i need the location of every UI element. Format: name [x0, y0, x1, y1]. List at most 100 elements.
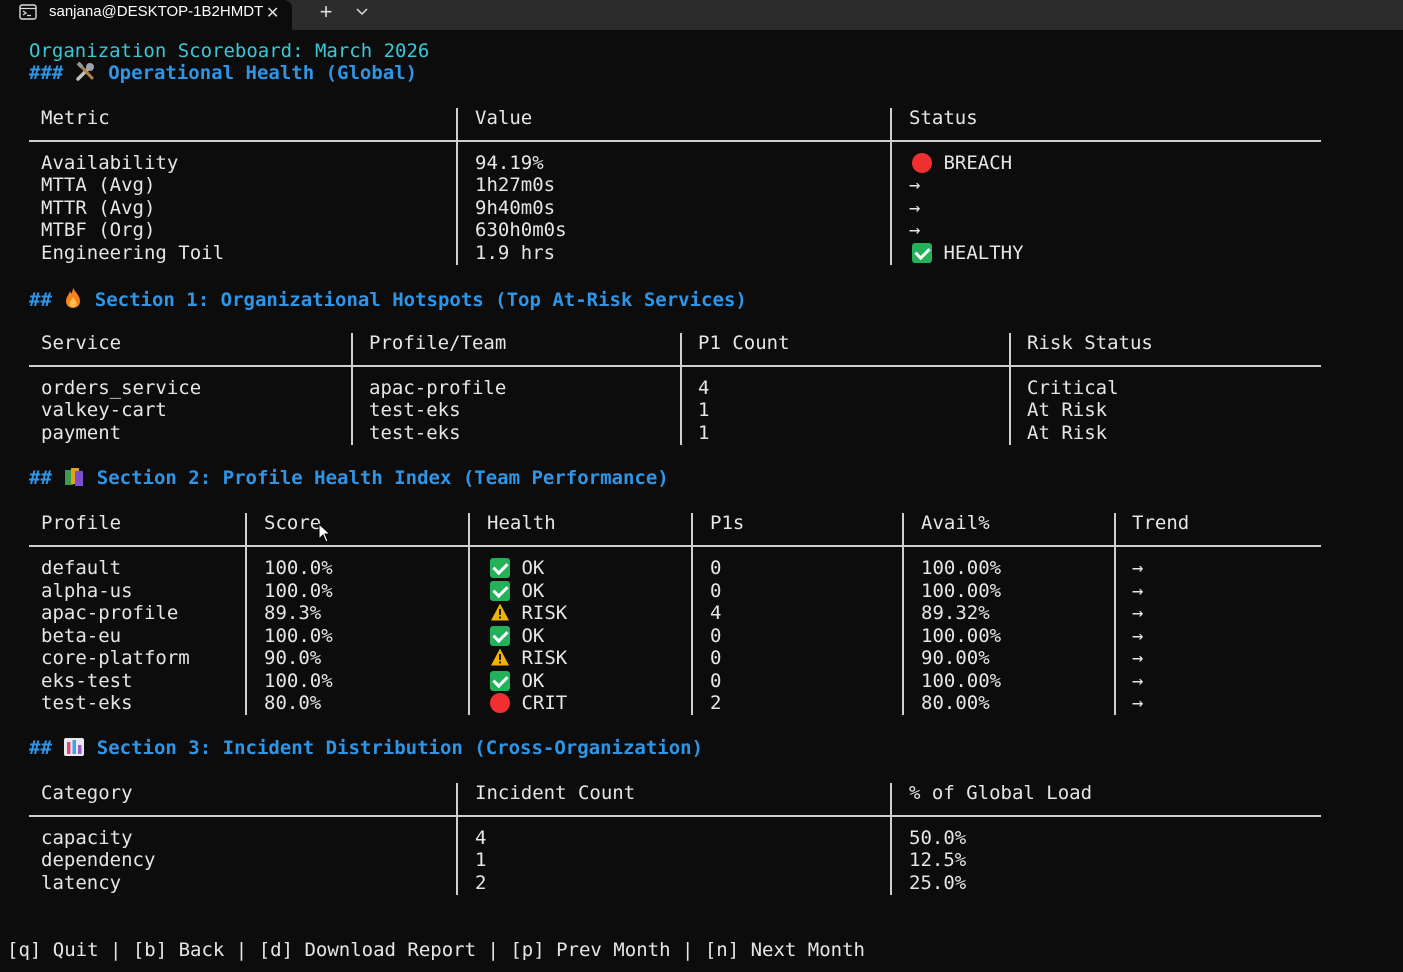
col-header-profile: Profile: [41, 512, 122, 534]
column-divider: [1009, 333, 1011, 445]
books-icon: [65, 468, 84, 486]
section1-heading: ## Section 1: Organizational Hotspots (T…: [29, 287, 747, 311]
quit-key[interactable]: [q] Quit: [7, 939, 99, 961]
trend-arrow-icon: →: [1132, 692, 1144, 714]
column-divider: [890, 108, 892, 265]
profile-name: eks-test: [41, 670, 133, 692]
profile-avail: 80.00%: [921, 692, 990, 714]
hotspot-team: apac-profile: [369, 377, 507, 399]
hotspot-team: test-eks: [369, 422, 461, 444]
profile-health: OK: [490, 625, 544, 647]
incident-pct: 50.0%: [909, 827, 967, 849]
profile-name: default: [41, 557, 122, 579]
status-text: HEALTHY: [943, 242, 1024, 264]
profile-score: 100.0%: [264, 557, 333, 579]
incident-count: 4: [475, 827, 487, 849]
red-circle-icon: [912, 153, 932, 173]
trend-arrow-icon: →: [1132, 647, 1144, 669]
trend-arrow-icon: →: [1132, 602, 1144, 624]
next-month-key[interactable]: [n] Next Month: [705, 939, 865, 961]
header-divider: [29, 545, 1321, 547]
profile-p1s: 4: [710, 602, 722, 624]
profile-score: 100.0%: [264, 670, 333, 692]
close-tab-icon[interactable]: ✕: [266, 3, 279, 23]
ops-value: 1.9 hrs: [475, 242, 556, 264]
col-header-trend: Trend: [1132, 512, 1190, 534]
col-header-avail: Avail%: [921, 512, 990, 534]
profile-score: 90.0%: [264, 647, 322, 669]
ops-status: HEALTHY: [912, 242, 1024, 264]
column-divider: [902, 513, 904, 715]
prev-month-key[interactable]: [p] Prev Month: [510, 939, 670, 961]
profile-avail: 100.00%: [921, 670, 1002, 692]
profile-health: OK: [490, 580, 544, 602]
profile-avail: 100.00%: [921, 625, 1002, 647]
profile-p1s: 0: [710, 580, 722, 602]
col-header-score: Score: [264, 512, 322, 534]
profile-health: RISK: [490, 602, 567, 624]
incident-category: latency: [41, 872, 122, 894]
keybinding-footer: [q] Quit | [b] Back | [d] Download Repor…: [7, 939, 865, 961]
health-text: OK: [521, 580, 545, 602]
ops-value: 1h27m0s: [475, 174, 556, 196]
profile-name: core-platform: [41, 647, 190, 669]
hotspot-p1: 4: [698, 377, 710, 399]
ops-value: 630h0m0s: [475, 219, 567, 241]
profile-name: test-eks: [41, 692, 133, 714]
col-header-risk-status: Risk Status: [1027, 332, 1153, 354]
heading-prefix: ##: [29, 467, 52, 489]
terminal-icon: [19, 4, 37, 20]
chevron-down-icon: [356, 8, 368, 16]
ops-metric: Engineering Toil: [41, 242, 225, 264]
terminal-content: Organization Scoreboard: March 2026 ### …: [0, 30, 1403, 972]
hotspot-p1: 1: [698, 399, 710, 421]
new-tab-button[interactable]: +: [312, 0, 340, 24]
trend-arrow-icon: →: [909, 197, 921, 219]
section1-heading-text: Section 1: Organizational Hotspots (Top …: [94, 289, 747, 311]
ops-heading-text: Operational Health (Global): [108, 62, 418, 84]
profile-p1s: 0: [710, 557, 722, 579]
hotspot-p1: 1: [698, 422, 710, 444]
header-divider: [29, 815, 1321, 817]
col-header-value: Value: [475, 107, 533, 129]
col-header-status: Status: [909, 107, 978, 129]
profile-avail: 100.00%: [921, 580, 1002, 602]
hotspot-service: payment: [41, 422, 122, 444]
separator: |: [98, 939, 133, 961]
column-divider: [245, 513, 247, 715]
separator: |: [224, 939, 259, 961]
profile-p1s: 0: [710, 647, 722, 669]
trend-arrow-icon: →: [1132, 625, 1144, 647]
profile-name: alpha-us: [41, 580, 133, 602]
profile-name: beta-eu: [41, 625, 122, 647]
profile-health: RISK: [490, 647, 567, 669]
check-icon: [490, 581, 510, 601]
hotspot-risk: At Risk: [1027, 399, 1108, 421]
section2-heading-text: Section 2: Profile Health Index (Team Pe…: [96, 467, 669, 489]
ops-value: 94.19%: [475, 152, 544, 174]
profile-health: OK: [490, 557, 544, 579]
download-report-key[interactable]: [d] Download Report: [259, 939, 476, 961]
profile-name: apac-profile: [41, 602, 179, 624]
health-text: OK: [521, 625, 545, 647]
ops-metric: MTTR (Avg): [41, 197, 156, 219]
col-header-global-load: % of Global Load: [909, 782, 1093, 804]
health-text: OK: [521, 670, 545, 692]
tab-title: sanjana@DESKTOP-1B2HMDT: [49, 3, 264, 20]
col-header-health: Health: [487, 512, 556, 534]
trend-arrow-icon: →: [1132, 557, 1144, 579]
check-icon: [490, 671, 510, 691]
health-text: CRIT: [521, 692, 568, 714]
separator: |: [670, 939, 705, 961]
terminal-tab[interactable]: sanjana@DESKTOP-1B2HMDT ✕: [0, 0, 292, 30]
tab-dropdown-button[interactable]: [348, 0, 376, 24]
ops-metric: MTTA (Avg): [41, 174, 156, 196]
ops-metric: MTBF (Org): [41, 219, 156, 241]
section3-heading: ## Section 3: Incident Distribution (Cro…: [29, 737, 703, 759]
column-divider: [456, 108, 458, 265]
incident-category: dependency: [41, 849, 156, 871]
back-key[interactable]: [b] Back: [133, 939, 225, 961]
hotspot-risk: Critical: [1027, 377, 1119, 399]
col-header-category: Category: [41, 782, 133, 804]
hotspot-team: test-eks: [369, 399, 461, 421]
